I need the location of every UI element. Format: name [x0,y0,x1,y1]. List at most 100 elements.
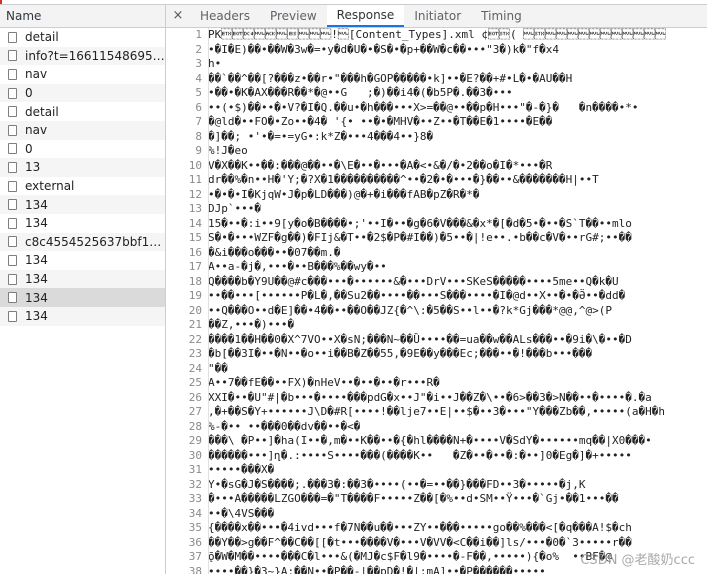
line-text: ••��•••[••••••P�L�,��Su2��••••��•••S���•… [208,289,626,302]
document-icon [8,143,17,155]
document-icon [8,87,17,99]
line-text: �]��; •'•�=•=yG•:k*Z�•••4���4••}8� [208,129,434,143]
line-text: Y•�sG�J�S����;.���3�:��3�••••(••�=••��}�… [208,477,586,491]
request-name: detail [25,104,59,119]
line-number: 23 [188,347,202,360]
name-column-header[interactable]: Name [0,5,165,28]
line-number-gutter-divider [208,28,209,574]
line-text: A••a-�j�,•••�••B���%��wy�•• [208,260,387,273]
line-number: 14 [188,216,202,230]
line-number: 27 [188,405,202,418]
line-number: 11 [188,173,202,186]
tab-timing[interactable]: Timing [471,5,532,27]
line-number: 26 [188,390,202,404]
line-number: 10 [188,158,202,172]
request-name: 0 [25,141,33,156]
response-line: 3 h• [166,57,707,72]
request-row[interactable]: 13 [0,158,165,177]
request-row[interactable]: external [0,177,165,196]
response-line: 18 Q����b�Y9U��@#c���•••�••••••&�•••DrV••… [166,275,707,290]
document-icon [8,292,17,304]
line-number: 19 [188,289,202,302]
line-number: 17 [188,260,202,273]
response-line: 13 DJp`•••� [166,202,707,217]
tab-response[interactable]: Response [326,5,405,27]
request-row[interactable]: 134 [0,306,165,326]
line-text: "�� [208,361,228,375]
line-text: •�I�E)��•��W�3w�=•y�d�U�•�S�•�p+��W�c��•… [208,42,559,56]
line-text: ���\ �P••]�ha(I••�,m�••K��••�{�hl����N+�… [208,434,652,447]
response-line: 30 ������•••]ղ�.:••••S••••���(����K•• �Z�… [166,449,707,464]
request-name: 134 [25,197,48,212]
line-number: 29 [188,434,202,447]
response-line: 32 Y•�sG�J�S����;.���3�:��3�••••(••�=••��… [166,478,707,493]
response-line: 14 15�••�:i••9[y�o�B����•;'••I�••�g�6�V��… [166,217,707,232]
line-number: 8 [195,129,202,143]
line-text: dr��%�n••H�'Y;�?X�1����������^••�2�•�•••… [208,173,599,186]
response-line: 5 •��•�K�AX���R��*�@••G ;�)��i4�(�b5P�.��… [166,86,707,101]
close-icon[interactable]: × [166,5,190,27]
request-row[interactable]: nav [0,120,165,140]
response-line: 20 ••Q���O••d�E]��•4��••��O��JZ{�^\:�5��S… [166,304,707,319]
watermark: CSDN @老酸奶ccc [580,553,695,568]
tab-headers[interactable]: Headers [190,5,260,27]
line-number: 13 [188,202,202,215]
request-row[interactable]: 0 [0,83,165,103]
document-icon [8,254,17,266]
line-text: %!J�eo [208,144,248,157]
response-line: 31 •••••���X� [166,463,707,478]
request-row[interactable]: detail [0,102,165,121]
line-number: 25 [188,376,202,389]
request-name: nav [25,123,48,138]
details-panel: × Headers Preview Response Initiator Tim… [166,5,707,574]
line-number: 3 [195,57,202,70]
response-line: 17 A••a-�j�,•••�••B���%��wy�•• [166,260,707,275]
line-text: ••••��}�3~}A:��N••�P��-|��pD�!�|;mA]••�P… [208,564,546,574]
line-number: 21 [188,318,202,331]
response-line: 27 ,�+��S�Y+••••••J\D�#R[••••!��lje7••E|•… [166,405,707,420]
line-number: 32 [188,477,202,491]
response-line: 22 ����1��H��0�X^7VO••X�sN;���N~��Ȕ••••��… [166,333,707,348]
line-number: 33 [188,492,202,505]
record-indicator [0,0,2,4]
line-text: �•••A�����LZGO���=�"T����F•••••Z��[�%••d… [208,492,619,505]
request-row[interactable]: nav [0,65,165,84]
line-text: ����1��H��0�X^7VO••X�sN;���N~��Ȕ••••��=u… [208,332,632,346]
document-icon [8,236,17,248]
request-row[interactable]: 0 [0,140,165,159]
request-row[interactable]: 134 [0,195,165,214]
response-line: 2 •�I�E)��•��W�3w�=•y�d�U�•�S�•�p+��W�c��… [166,43,707,58]
request-row[interactable]: 134 [0,288,165,307]
request-row[interactable]: 134 [0,214,165,233]
request-row[interactable]: info?t=1661154869547 [0,46,165,66]
tab-preview[interactable]: Preview [260,5,327,27]
request-row[interactable]: detail [0,28,165,47]
line-number: 36 [188,535,202,549]
line-text: •�•�•I�KjqW•J�p�LD���)@�+�i���fAB�pZ�R�*… [208,187,480,201]
request-name: 134 [25,272,48,287]
request-name: info?t=1661154869547 [25,48,165,63]
response-line: 33 �•••A�����LZGO���=�"T����F•••••Z��[�%•… [166,492,707,507]
line-text: DJp`•••� [208,202,261,215]
request-row[interactable]: c8c4554525637bbf132e.h... [0,232,165,252]
tab-initiator[interactable]: Initiator [404,5,471,27]
response-line: 8 �]��; •'•�=•=yG•:k*Z�•••4���4••}8� [166,130,707,145]
line-number: 31 [188,463,202,476]
line-text: •��•�K�AX���R��*�@••G ;�)��i4�(�b5P�.��3… [208,86,513,99]
response-line: 24 "�� [166,362,707,377]
line-number: 28 [188,419,202,433]
response-body-viewer[interactable]: 1 PK     ! [Content_Types].xml ¢( … [166,28,707,574]
document-icon [8,273,17,285]
line-text: Q����b�Y9U��@#c���•••�••••••&�•••DrV•••S… [208,274,619,288]
line-number: 2 [195,42,202,56]
response-line: 23 �b[��3I�••�N••�o••i��B�Z��55,�9E��y���… [166,347,707,362]
response-line: 4 ��`��^��[?���z•��r•"���h�GOP�����•k]••�… [166,72,707,87]
request-row[interactable]: 134 [0,269,165,289]
request-row[interactable]: 134 [0,251,165,270]
response-line: 6 ••(•$)��••�•V?�I�Q.��u•�h���•••X>=��@••… [166,101,707,116]
response-line: 35 {����x��•••�4ivd•••f�7N��u��•••ZY••���… [166,521,707,536]
line-number: 7 [195,115,202,128]
document-icon [8,180,17,192]
line-text: ••Q���O••d�E]��•4��••��O��JZ{�^\:�5��S••… [208,303,612,317]
response-line: 28 %-�•• ••���0��dv��••�<� [166,420,707,435]
